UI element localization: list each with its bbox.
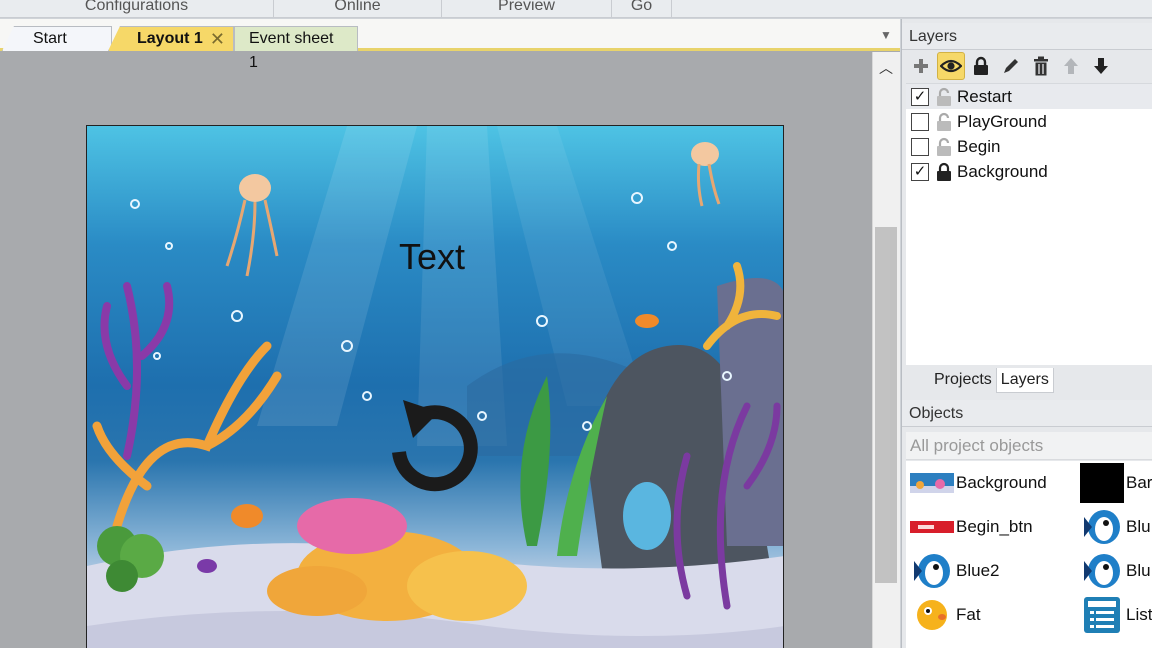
document-tab-bar: Start page Layout 1 ✕ Event sheet 1 ▼ <box>0 19 900 71</box>
layers-toolbar <box>907 52 1115 82</box>
eye-icon[interactable] <box>937 52 965 80</box>
scroll-up-icon[interactable]: ︿ <box>879 58 893 78</box>
layer-visibility-checkbox[interactable]: ✓ <box>911 162 929 181</box>
blue-fish-icon <box>1080 551 1124 591</box>
tab-layers[interactable]: Layers <box>995 368 1054 393</box>
trash-icon[interactable] <box>1027 52 1055 80</box>
layer-visibility-checkbox[interactable] <box>911 112 929 131</box>
layer-row-restart[interactable]: ✓ Restart <box>906 84 1152 109</box>
tab-layout-1[interactable]: Layout 1 ✕ <box>108 26 234 51</box>
add-icon[interactable] <box>907 52 935 80</box>
object-label: Begin_btn <box>956 517 1033 536</box>
unlocked-icon[interactable] <box>936 112 952 132</box>
close-icon[interactable]: ✕ <box>210 27 225 51</box>
background-thumbnail-icon <box>910 463 954 503</box>
layer-row-playground[interactable]: PlayGround <box>906 109 1152 134</box>
object-item-bar[interactable]: Bar <box>1080 463 1152 503</box>
object-item-begin-btn[interactable]: Begin_btn <box>910 507 1033 547</box>
object-label: Blue2 <box>956 561 1000 580</box>
text-object[interactable]: Text <box>399 236 465 278</box>
unlocked-icon[interactable] <box>936 87 952 107</box>
tab-projects[interactable]: Projects <box>930 368 996 393</box>
blue-fish-icon <box>1080 507 1124 547</box>
ribbon-group-preview[interactable]: Preview <box>442 0 612 18</box>
object-label: Blu <box>1126 517 1151 536</box>
object-item-list[interactable]: List <box>1080 595 1152 635</box>
unlocked-icon[interactable] <box>936 137 952 157</box>
arrow-down-icon[interactable] <box>1087 52 1115 80</box>
restart-icon[interactable] <box>379 390 489 500</box>
pencil-icon[interactable] <box>997 52 1025 80</box>
object-label: Fat <box>956 605 981 624</box>
layer-name: Begin <box>957 136 1001 156</box>
blue-fish-icon <box>910 551 954 591</box>
object-label: Blu <box>1126 561 1151 580</box>
object-label: Bar <box>1126 473 1152 492</box>
lock-icon[interactable] <box>967 52 995 80</box>
layer-name: PlayGround <box>957 111 1047 131</box>
ribbon-group-go[interactable]: Go <box>612 0 672 18</box>
vertical-scrollbar[interactable]: ︿ <box>872 52 900 648</box>
tab-list-dropdown-icon[interactable]: ▼ <box>880 28 894 42</box>
object-item-blu[interactable]: Blu <box>1080 551 1151 591</box>
ribbon: Configurations Online Preview Go <box>0 0 1152 18</box>
object-label: Background <box>956 473 1047 492</box>
objects-filter-field[interactable]: All project objects <box>906 432 1152 460</box>
ribbon-group-online[interactable]: Online <box>274 0 442 18</box>
layer-visibility-checkbox[interactable] <box>911 137 929 156</box>
layer-name: Background <box>957 161 1048 181</box>
object-item-blu[interactable]: Blu <box>1080 507 1151 547</box>
tab-label: Event sheet 1 <box>249 30 334 71</box>
objects-panel-title: Objects <box>902 400 1152 427</box>
arrow-up-icon[interactable] <box>1057 52 1085 80</box>
object-item-blue2[interactable]: Blue2 <box>910 551 999 591</box>
ribbon-group-configurations[interactable]: Configurations <box>0 0 274 18</box>
red-button-icon <box>910 507 954 547</box>
layer-row-begin[interactable]: Begin <box>906 134 1152 159</box>
layout-canvas[interactable]: Text <box>86 125 784 648</box>
underwater-background-image <box>87 126 783 648</box>
locked-icon[interactable] <box>936 162 952 182</box>
object-label: List <box>1126 605 1152 624</box>
layers-panel-title: Layers <box>902 23 1152 50</box>
layer-row-background[interactable]: ✓ Background <box>906 159 1152 184</box>
tab-label: Layout 1 <box>137 30 203 47</box>
object-item-background[interactable]: Background <box>910 463 1047 503</box>
layout-editor: Start page Layout 1 ✕ Event sheet 1 ▼ Te… <box>0 19 900 648</box>
tab-start-page[interactable]: Start page <box>2 26 112 51</box>
panel-subtabs: Projects Layers <box>906 368 1152 395</box>
black-square-icon <box>1080 463 1124 503</box>
objects-list: Background Bar Begin_btn Blu Blue2 Blu F… <box>906 461 1152 648</box>
layers-list: ✓ Restart PlayGround Begin ✓ Background <box>906 83 1152 365</box>
layer-visibility-checkbox[interactable]: ✓ <box>911 87 929 106</box>
yellow-fish-icon <box>910 595 954 635</box>
tab-event-sheet-1[interactable]: Event sheet 1 <box>234 26 358 71</box>
scrollbar-thumb[interactable] <box>875 227 897 583</box>
list-icon <box>1080 595 1124 635</box>
tab-label: Start page <box>33 30 69 71</box>
object-item-fat[interactable]: Fat <box>910 595 981 635</box>
layer-name: Restart <box>957 86 1012 106</box>
right-panel: Layers ✓ Restart PlayGround Begin ✓ Back… <box>901 19 1152 648</box>
